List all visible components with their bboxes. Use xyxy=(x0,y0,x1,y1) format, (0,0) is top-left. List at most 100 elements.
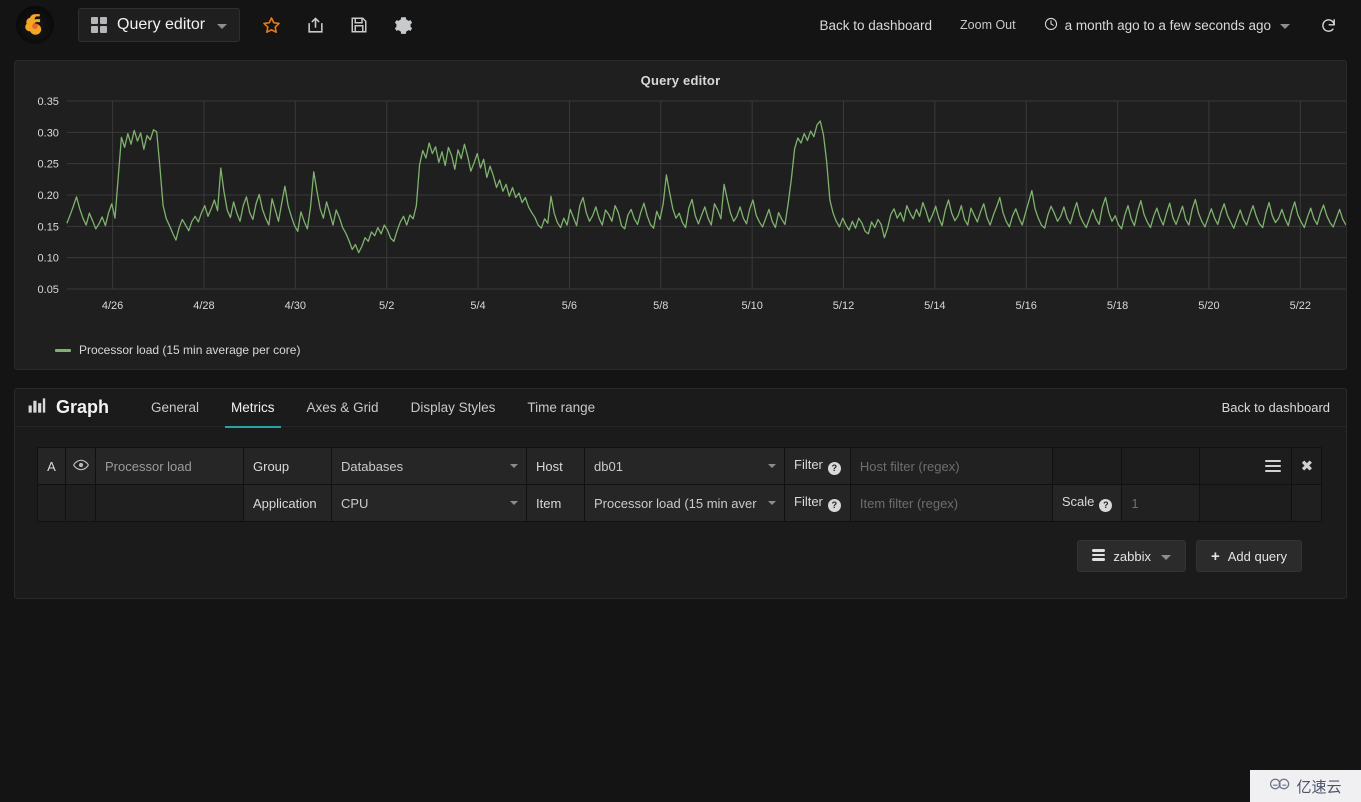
empty-cell xyxy=(37,484,66,522)
group-label: Group xyxy=(243,447,332,485)
host-select[interactable]: db01 xyxy=(584,447,785,485)
grafana-logo-icon[interactable] xyxy=(16,6,54,44)
save-icon[interactable] xyxy=(346,12,372,38)
help-icon[interactable]: ? xyxy=(827,461,841,475)
item-filter-input[interactable]: Item filter (regex) xyxy=(849,484,1053,522)
query-menu-button[interactable] xyxy=(1199,447,1293,485)
chevron-down-icon xyxy=(1280,24,1290,29)
eye-icon[interactable] xyxy=(65,447,96,485)
chevron-down-icon xyxy=(768,501,776,505)
graph-panel: Query editor 0.35 0.30 0.25 0.20 0.15 0.10 0.0… xyxy=(14,60,1347,370)
host-label: Host xyxy=(526,447,585,485)
query-editor-body: A Processor load Group Databases Host db… xyxy=(15,427,1346,572)
editor-tabbar: Graph General Metrics Axes & Grid Displa… xyxy=(15,389,1346,428)
svg-text:5/2: 5/2 xyxy=(379,300,394,312)
add-query-button[interactable]: + Add query xyxy=(1195,540,1302,572)
scale-label-text: Scale xyxy=(1061,494,1095,510)
host-value: db01 xyxy=(594,458,623,474)
tab-metrics[interactable]: Metrics xyxy=(215,389,291,428)
chart-y-axis-labels: 0.35 0.30 0.25 0.20 0.15 0.10 0.05 xyxy=(38,96,59,296)
add-query-label: Add query xyxy=(1227,548,1287,564)
refresh-icon[interactable] xyxy=(1304,17,1343,34)
empty-cell xyxy=(65,484,96,522)
legend-color-swatch xyxy=(55,348,71,352)
svg-text:5/18: 5/18 xyxy=(1107,300,1128,312)
filter-label-text: Filter xyxy=(794,494,823,510)
scale-input[interactable]: 1 xyxy=(1121,484,1201,522)
editor-back-to-dashboard-link[interactable]: Back to dashboard xyxy=(1222,400,1346,415)
svg-text:0.20: 0.20 xyxy=(38,190,59,202)
svg-text:0.35: 0.35 xyxy=(38,96,59,108)
svg-text:4/26: 4/26 xyxy=(102,300,123,312)
row-spacer-cell xyxy=(1121,447,1201,485)
chart-series-line xyxy=(66,120,1346,254)
svg-text:0.10: 0.10 xyxy=(38,253,59,265)
remove-query-button[interactable]: ✖ xyxy=(1291,447,1323,485)
tab-axes-grid[interactable]: Axes & Grid xyxy=(291,389,395,427)
table-row: A Processor load Group Databases Host db… xyxy=(37,447,1323,485)
group-select[interactable]: Databases xyxy=(331,447,527,485)
tab-display-styles[interactable]: Display Styles xyxy=(395,389,512,427)
item-select[interactable]: Processor load (15 min aver xyxy=(584,484,785,522)
item-value: Processor load (15 min aver xyxy=(594,495,757,511)
line-chart: 0.35 0.30 0.25 0.20 0.15 0.10 0.05 4/26 4/28 4/3… xyxy=(38,96,1346,312)
database-icon xyxy=(1092,549,1106,563)
hamburger-icon xyxy=(1265,457,1282,475)
back-to-dashboard-link[interactable]: Back to dashboard xyxy=(805,18,946,33)
zoom-out-button[interactable]: Zoom Out xyxy=(946,18,1030,32)
bar-chart-icon xyxy=(27,396,46,420)
time-range-label: a month ago to a few seconds ago xyxy=(1064,17,1271,33)
gear-icon[interactable] xyxy=(390,12,416,38)
empty-cell xyxy=(95,484,244,522)
query-ref-id[interactable]: A xyxy=(37,447,66,485)
datasource-label: zabbix xyxy=(1113,548,1151,564)
table-row: Application CPU Item Processor load (15 … xyxy=(37,484,1323,522)
query-row-table: A Processor load Group Databases Host db… xyxy=(37,447,1323,522)
svg-text:4/28: 4/28 xyxy=(193,300,214,312)
plus-icon: + xyxy=(1210,547,1220,565)
help-icon[interactable]: ? xyxy=(827,498,841,512)
chart-x-axis-labels: 4/26 4/28 4/30 5/2 5/4 5/6 5/8 5/10 5/12 5/14 5/16… xyxy=(102,300,1311,312)
svg-text:5/10: 5/10 xyxy=(741,300,762,312)
chevron-down-icon xyxy=(768,464,776,468)
cloud-icon xyxy=(1269,777,1291,795)
top-navbar: Query editor Back to dashboard Zoom Out … xyxy=(0,0,1361,50)
watermark-label: 亿速云 xyxy=(1296,777,1342,796)
svg-text:5/16: 5/16 xyxy=(1016,300,1037,312)
time-range-picker[interactable]: a month ago to a few seconds ago xyxy=(1030,17,1304,34)
svg-text:0.15: 0.15 xyxy=(38,221,59,233)
application-select[interactable]: CPU xyxy=(331,484,527,522)
chart-legend: Processor load (15 min average per core) xyxy=(55,343,300,357)
application-label: Application xyxy=(243,484,332,522)
share-icon[interactable] xyxy=(302,12,328,38)
row-spacer-cell xyxy=(1199,484,1293,522)
svg-text:5/14: 5/14 xyxy=(924,300,945,312)
tab-general[interactable]: General xyxy=(135,389,215,427)
tab-time-range[interactable]: Time range xyxy=(511,389,611,427)
dashboard-picker[interactable]: Query editor xyxy=(78,8,241,42)
host-filter-input[interactable]: Host filter (regex) xyxy=(849,447,1053,485)
dashboard-title: Query editor xyxy=(117,16,206,33)
watermark-badge: 亿速云 xyxy=(1250,770,1361,802)
editor-brand: Graph xyxy=(27,396,109,420)
query-alias-input[interactable]: Processor load xyxy=(95,447,244,485)
chevron-down-icon xyxy=(217,24,228,29)
svg-text:5/4: 5/4 xyxy=(470,300,485,312)
query-footer: zabbix + Add query xyxy=(37,522,1324,572)
datasource-picker-button[interactable]: zabbix xyxy=(1077,540,1186,572)
chevron-down-icon xyxy=(510,464,518,468)
nav-right-group: Back to dashboard Zoom Out a month ago t… xyxy=(805,17,1343,34)
scale-label: Scale? xyxy=(1051,484,1123,522)
panel-editor: Graph General Metrics Axes & Grid Displa… xyxy=(14,388,1347,599)
star-icon[interactable] xyxy=(258,12,284,38)
filter-label-text: Filter xyxy=(794,457,823,473)
svg-text:4/30: 4/30 xyxy=(285,300,306,312)
svg-text:5/8: 5/8 xyxy=(653,300,668,312)
item-label: Item xyxy=(526,484,585,522)
svg-text:5/20: 5/20 xyxy=(1198,300,1219,312)
chart-plot-area[interactable]: 0.35 0.30 0.25 0.20 0.15 0.10 0.05 4/26 4/28 4/3… xyxy=(15,91,1346,323)
help-icon[interactable]: ? xyxy=(1099,498,1113,512)
editor-brand-label: Graph xyxy=(56,397,110,417)
item-filter-label: Filter? xyxy=(784,484,851,522)
svg-text:0.05: 0.05 xyxy=(38,284,59,296)
